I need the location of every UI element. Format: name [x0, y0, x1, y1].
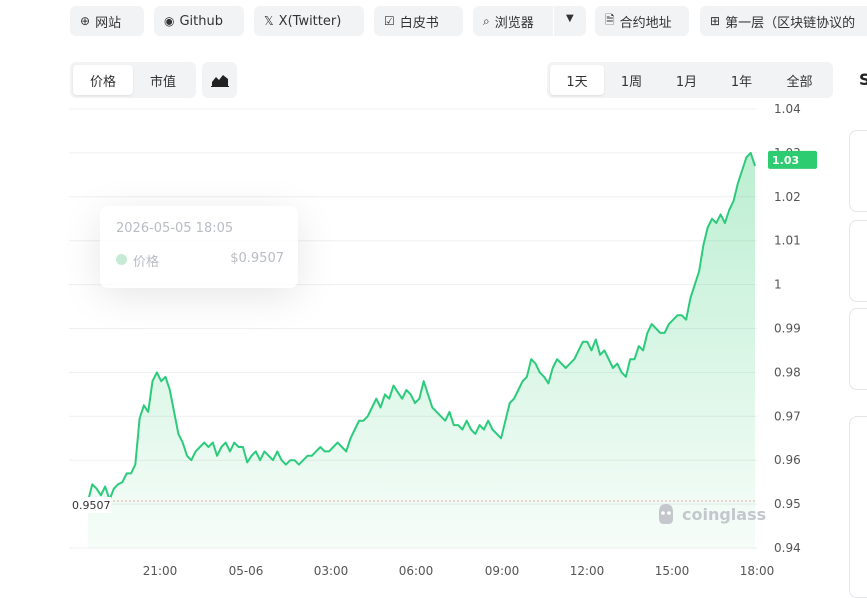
tooltip-label: 价格: [133, 255, 160, 270]
tooltip-date: 2026-05-05 18:05: [116, 221, 234, 236]
y-axis: 1.04 1.03 1.02 1.01 1 0.99 0.98 0.97 0.96 0.95 0.9…: [774, 102, 801, 555]
x-tick-label: 18:00: [740, 564, 775, 578]
x-tick-label: 09:00: [485, 564, 520, 578]
y-tick-label: 1.02: [774, 190, 801, 204]
y-tick-label: 1.01: [774, 234, 801, 248]
y-tick-label: 0.96: [774, 453, 801, 467]
legend-dot-icon: [116, 254, 127, 265]
y-tick-label: 0.95: [774, 497, 801, 511]
x-tick-label: 12:00: [570, 564, 605, 578]
tooltip-value: $0.9507: [230, 251, 284, 266]
y-tick-label: 0.98: [774, 365, 801, 379]
start-price-label: 0.9507: [72, 499, 111, 512]
y-tick-label: 1: [774, 278, 782, 292]
x-tick-label: 21:00: [143, 564, 178, 578]
x-tick-label: 03:00: [314, 564, 349, 578]
watermark: coinglass: [655, 502, 766, 526]
x-axis: 21:00 05-06 03:00 06:00 09:00 12:00 15:00 18:00: [143, 564, 775, 578]
y-tick-label: 0.97: [774, 409, 801, 423]
current-price-label: 1.03: [772, 154, 799, 167]
chart-tooltip: 2026-05-05 18:05 价格 $0.9507: [100, 206, 298, 288]
y-tick-label: 1.04: [774, 102, 801, 116]
coinglass-logo-icon: [659, 504, 673, 524]
x-tick-label: 05-06: [229, 564, 264, 578]
watermark-text: coinglass: [682, 504, 767, 524]
x-tick-label: 15:00: [655, 564, 690, 578]
y-tick-label: 0.99: [774, 322, 801, 336]
x-tick-label: 06:00: [399, 564, 434, 578]
y-tick-label: 0.94: [774, 541, 801, 555]
